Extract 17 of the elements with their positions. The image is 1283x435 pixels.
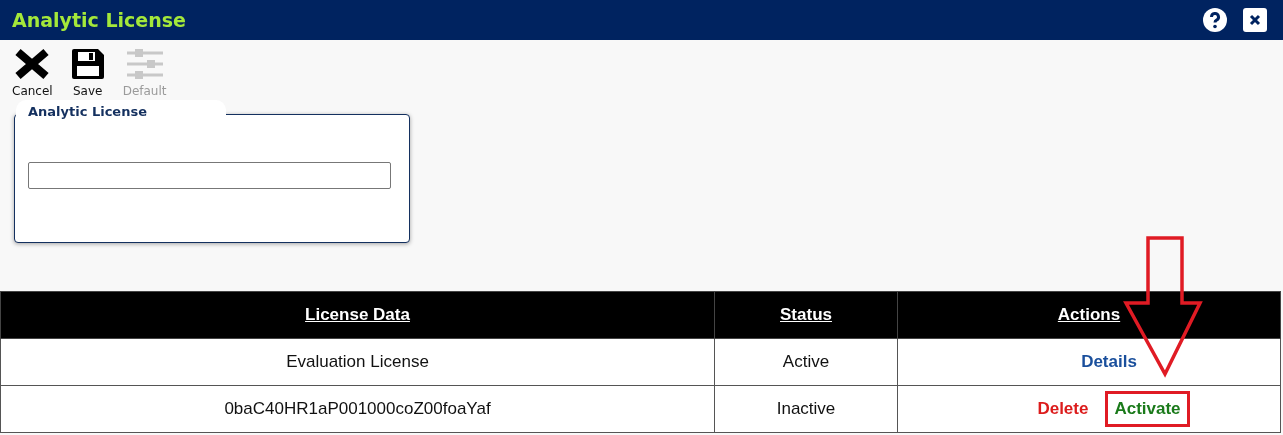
license-field[interactable] <box>28 162 391 189</box>
column-header[interactable]: Actions <box>897 291 1281 339</box>
details-link[interactable]: Details <box>1075 347 1143 377</box>
delete-link[interactable]: Delete <box>1031 394 1095 424</box>
table-cell: Evaluation License <box>0 338 715 386</box>
table-cell: Active <box>714 338 898 386</box>
help-icon[interactable] <box>1203 8 1227 32</box>
sliders-icon <box>125 48 164 80</box>
close-icon[interactable] <box>1243 8 1267 32</box>
column-header[interactable]: Status <box>714 291 898 339</box>
table-cell: 0baC40HR1aP001000coZ00foaYaf <box>0 385 715 433</box>
column-header[interactable]: License Data <box>0 291 715 339</box>
close-icon <box>14 48 51 80</box>
activate-link[interactable]: Activate <box>1108 394 1187 424</box>
window-title: Analytic License <box>12 9 186 31</box>
table-cell: Inactive <box>714 385 898 433</box>
save-icon <box>70 48 105 80</box>
